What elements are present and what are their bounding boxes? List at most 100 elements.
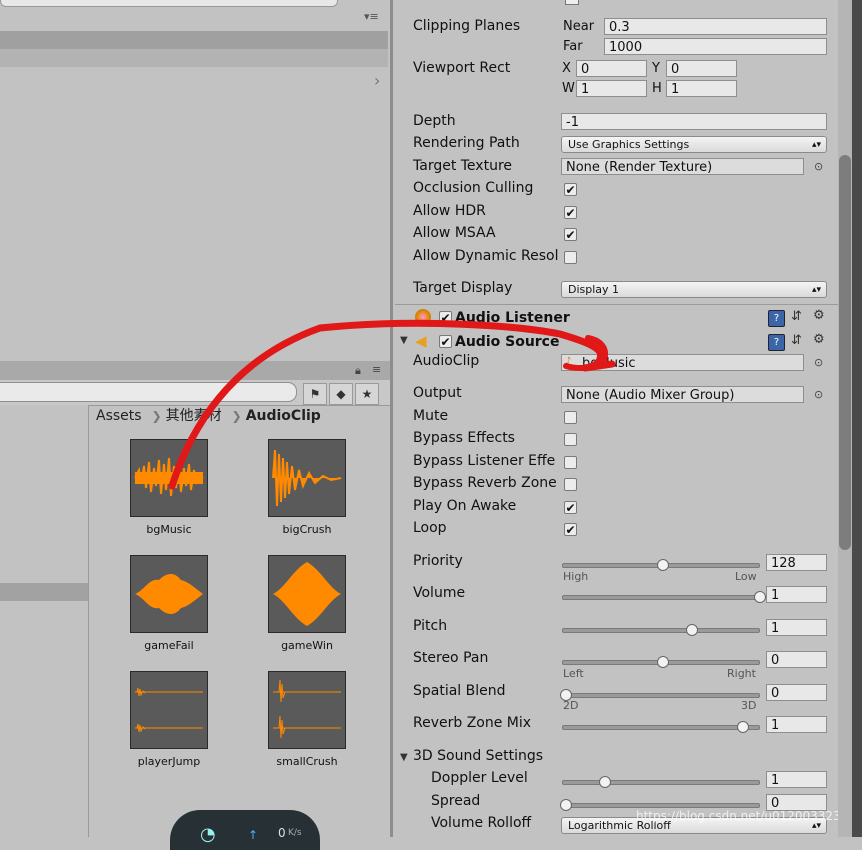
gear-icon[interactable]: ⚙ xyxy=(813,332,825,347)
far-field[interactable]: 1000 xyxy=(604,38,827,55)
waveform-diamond-icon xyxy=(268,555,346,633)
favorites-star-icon[interactable]: ★ xyxy=(355,383,379,405)
asset-item-bigcrush[interactable]: bigCrush xyxy=(267,439,347,536)
audio-source-title: Audio Source xyxy=(455,334,560,350)
help-icon[interactable]: ? xyxy=(768,310,785,327)
collapse-triangle-icon[interactable]: ▼ xyxy=(400,752,408,763)
audio-source-enabled-checkbox[interactable]: ✔ xyxy=(439,335,452,348)
volume-field[interactable]: 1 xyxy=(766,586,827,603)
object-picker-icon[interactable]: ⊙ xyxy=(814,356,823,369)
asset-item-bgmusic[interactable]: bgMusic xyxy=(129,439,209,536)
hierarchy-search-field[interactable] xyxy=(0,0,338,7)
viewport-y-field[interactable]: 0 xyxy=(666,60,737,77)
pitch-slider-track[interactable] xyxy=(562,628,760,633)
preset-icon[interactable]: ⇵ xyxy=(791,309,802,324)
bypass-reverb-zones-checkbox[interactable] xyxy=(564,478,577,491)
inspector-scrollbar-thumb[interactable] xyxy=(839,155,851,550)
preset-icon[interactable]: ⇵ xyxy=(791,333,802,348)
doppler-slider-knob[interactable] xyxy=(598,776,611,788)
pitch-slider-knob[interactable] xyxy=(686,624,699,636)
3d-sound-settings-foldout[interactable]: 3D Sound Settings xyxy=(413,748,543,764)
waveform-flat-icon xyxy=(130,671,208,749)
reverb-zone-mix-slider-track[interactable] xyxy=(562,725,760,730)
panel-menu-icon-2[interactable]: ≡ xyxy=(372,363,381,376)
bypass-listener-effects-checkbox[interactable] xyxy=(564,456,577,469)
help-icon[interactable]: ? xyxy=(768,334,785,351)
play-on-awake-checkbox[interactable]: ✔ xyxy=(564,501,577,514)
rendering-path-label: Rendering Path xyxy=(413,135,520,151)
near-field[interactable]: 0.3 xyxy=(604,18,827,35)
doppler-field[interactable]: 1 xyxy=(766,771,827,788)
folder-tree-selected-item[interactable] xyxy=(0,583,88,601)
asset-item-gamefail[interactable]: gameFail xyxy=(129,555,209,652)
breadcrumb: Assets ❯ 其他素材 ❯ AudioClip xyxy=(96,405,325,425)
loop-checkbox[interactable]: ✔ xyxy=(564,523,577,536)
project-search-input[interactable] xyxy=(0,382,297,402)
spatial-blend-slider-track[interactable] xyxy=(562,693,760,698)
reverb-zone-mix-slider-knob[interactable] xyxy=(736,721,749,733)
pitch-label: Pitch xyxy=(413,618,448,634)
chevron-right-icon[interactable]: › xyxy=(374,71,380,90)
mute-checkbox[interactable] xyxy=(564,411,577,424)
bypass-listener-effects-label: Bypass Listener Effe xyxy=(413,453,556,469)
doppler-slider-track[interactable] xyxy=(562,780,760,785)
object-picker-icon[interactable]: ⊙ xyxy=(814,388,823,401)
pitch-field[interactable]: 1 xyxy=(766,619,827,636)
hierarchy-selected-row[interactable] xyxy=(0,31,388,49)
target-texture-field[interactable]: None (Render Texture) xyxy=(561,158,804,175)
viewport-h-field[interactable]: 1 xyxy=(666,80,737,97)
stereo-pan-slider-knob[interactable] xyxy=(657,656,669,668)
bypass-effects-label: Bypass Effects xyxy=(413,430,515,446)
spread-slider-track[interactable] xyxy=(562,803,760,808)
output-field[interactable]: None (Audio Mixer Group) xyxy=(561,386,804,403)
allow-msaa-label: Allow MSAA xyxy=(413,225,496,241)
gauge-value: 0 xyxy=(278,826,286,840)
asset-item-gamewin[interactable]: gameWin xyxy=(267,555,347,652)
breadcrumb-assets[interactable]: Assets xyxy=(96,408,142,424)
audio-listener-title: Audio Listener xyxy=(455,310,570,326)
viewport-w-field[interactable]: 1 xyxy=(576,80,647,97)
dropdown-arrows-icon: ▴▾ xyxy=(811,285,821,295)
panel-menu-icon[interactable]: ▾≡ xyxy=(364,10,379,23)
bypass-effects-checkbox[interactable] xyxy=(564,433,577,446)
allow-msaa-checkbox[interactable]: ✔ xyxy=(564,228,577,241)
allow-hdr-checkbox[interactable]: ✔ xyxy=(564,206,577,219)
allow-dynamic-resolution-checkbox[interactable] xyxy=(564,251,577,264)
rendering-path-value: Use Graphics Settings xyxy=(568,138,690,151)
depth-field[interactable]: -1 xyxy=(561,113,827,130)
occlusion-culling-checkbox[interactable]: ✔ xyxy=(564,183,577,196)
priority-field[interactable]: 128 xyxy=(766,554,827,571)
audio-listener-enabled-checkbox[interactable]: ✔ xyxy=(439,311,452,324)
priority-slider-knob[interactable] xyxy=(657,559,669,571)
spread-slider-knob[interactable] xyxy=(560,799,572,811)
filter-label-icon[interactable]: ◆ xyxy=(329,383,353,405)
breadcrumb-current[interactable]: AudioClip xyxy=(246,408,321,424)
gear-icon[interactable]: ⚙ xyxy=(813,308,825,323)
reverb-zone-mix-field[interactable]: 1 xyxy=(766,716,827,733)
audioclip-field[interactable]: bgMusic xyxy=(561,354,804,371)
priority-max-label: Low xyxy=(735,570,757,583)
rendering-path-dropdown[interactable]: Use Graphics Settings ▴▾ xyxy=(561,136,827,153)
mute-label: Mute xyxy=(413,408,449,424)
volume-slider-knob[interactable] xyxy=(754,591,766,603)
hierarchy-row[interactable] xyxy=(0,49,388,67)
bypass-reverb-zones-label: Bypass Reverb Zone xyxy=(413,475,557,491)
watermark: https://blog.csdn.net/u012003323 xyxy=(636,809,841,823)
waveform-blob-icon xyxy=(130,555,208,633)
object-picker-icon[interactable]: ⊙ xyxy=(814,160,823,173)
breadcrumb-folder[interactable]: 其他素材 xyxy=(166,408,222,424)
collapse-triangle-icon[interactable]: ▼ xyxy=(400,335,408,346)
filter-type-icon[interactable]: ⚑ xyxy=(303,383,327,405)
volume-slider-track[interactable] xyxy=(562,595,760,600)
asset-item-playerjump[interactable]: playerJump xyxy=(129,671,209,768)
asset-item-smallcrush[interactable]: smallCrush xyxy=(267,671,347,768)
lock-icon[interactable]: 🔒︎ xyxy=(355,364,361,378)
spatial-blend-field[interactable]: 0 xyxy=(766,684,827,701)
viewport-x-field[interactable]: 0 xyxy=(576,60,647,77)
speaker-icon: ◀ xyxy=(415,332,427,350)
asset-label: bigCrush xyxy=(282,523,332,536)
target-display-dropdown[interactable]: Display 1 ▴▾ xyxy=(561,281,827,298)
stereo-pan-field[interactable]: 0 xyxy=(766,651,827,668)
waveform-spike-icon xyxy=(268,671,346,749)
partial-checkbox[interactable] xyxy=(565,0,579,5)
